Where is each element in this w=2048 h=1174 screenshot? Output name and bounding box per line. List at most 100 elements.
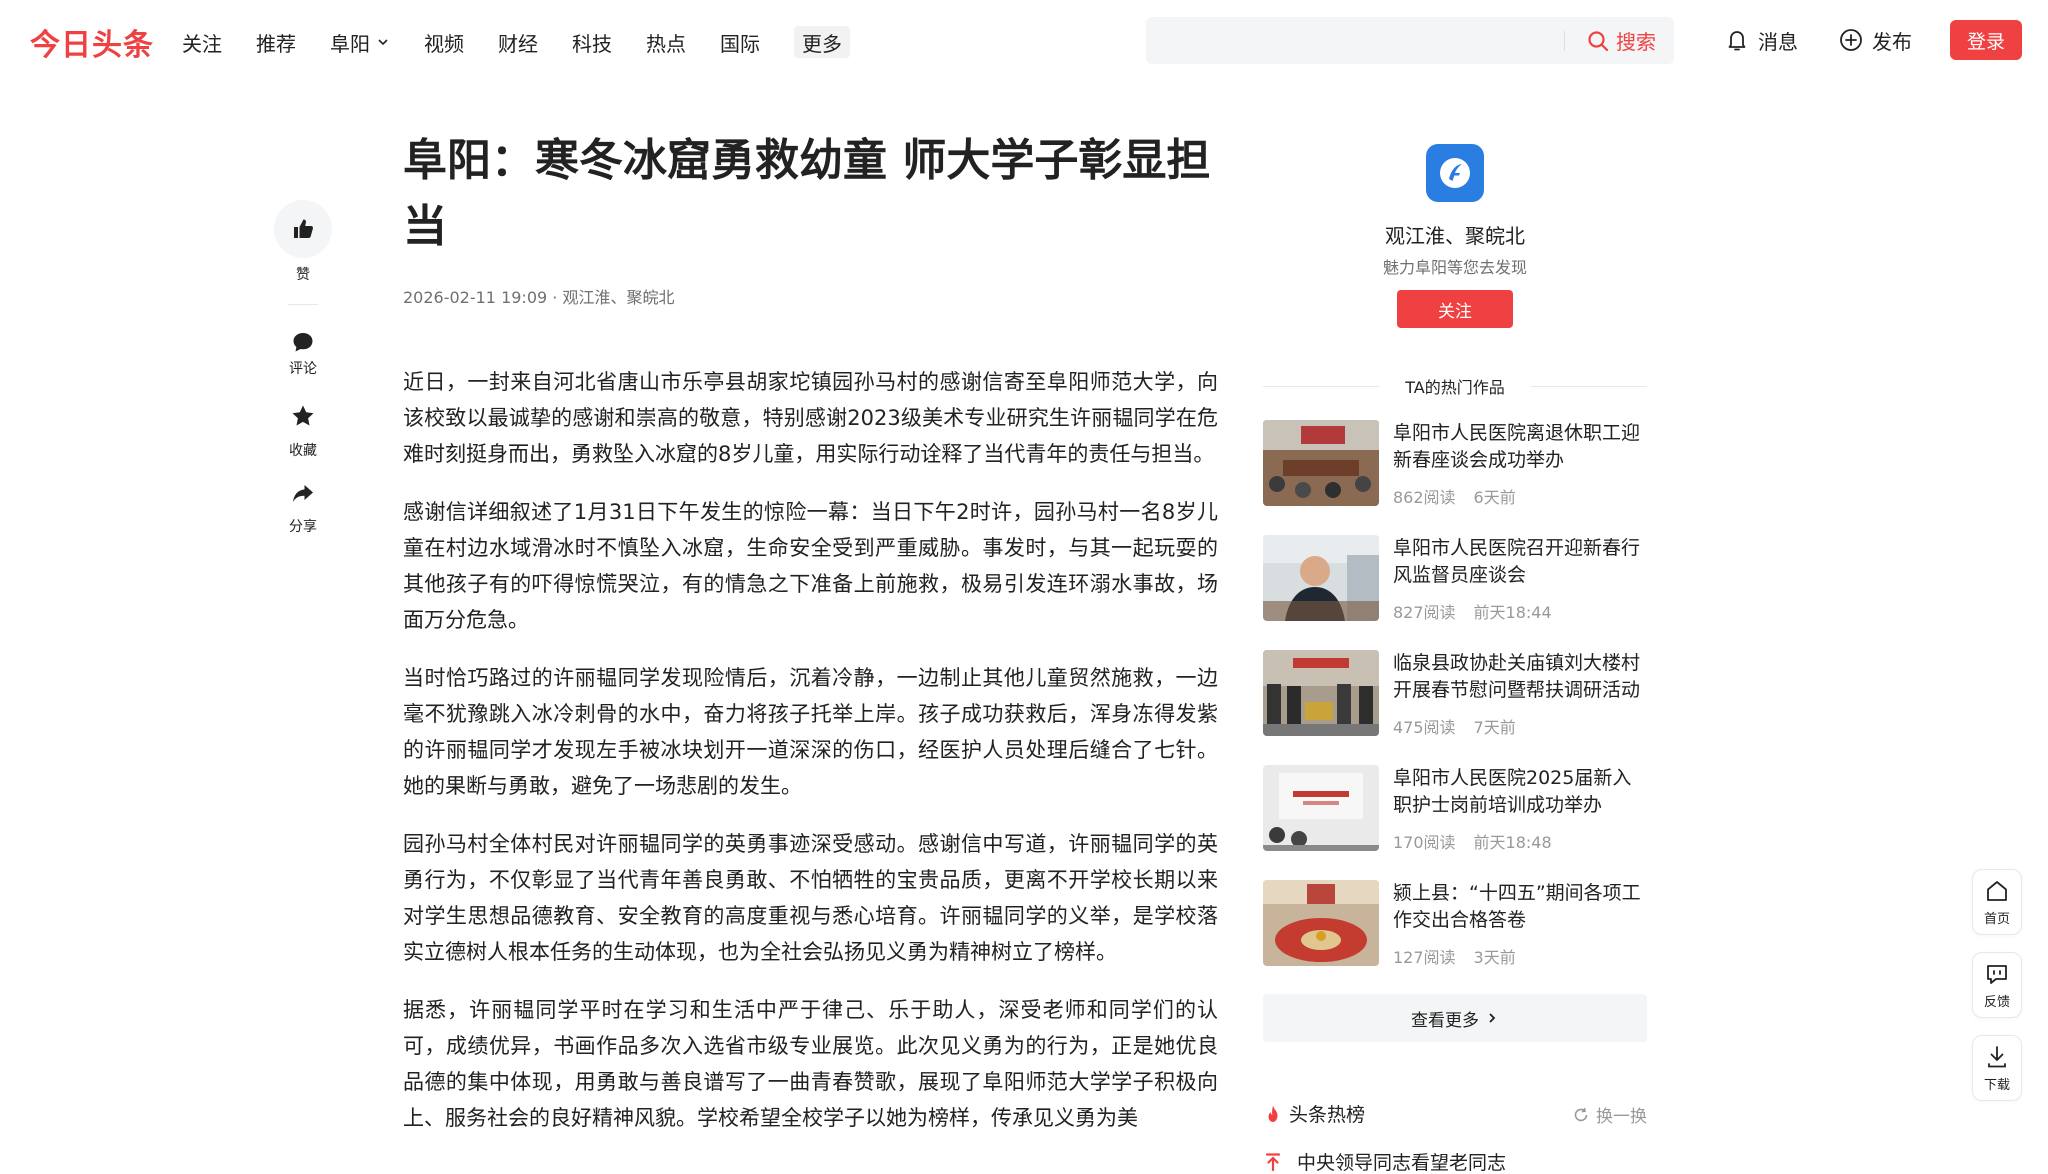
nav-international[interactable]: 国际 [720,26,760,58]
article: 阜阳：寒冬冰窟勇救幼童 师大学子彰显担当 2026-02-11 19:09 · … [403,128,1218,1158]
article-paragraph: 据悉，许丽韫同学平时在学习和生活中严于律己、乐于助人，深受老师和同学们的认可，成… [403,998,1218,1130]
hot-list-header: 头条热榜 换一换 [1263,1100,1647,1128]
work-time: 6天前 [1473,488,1516,507]
login-button[interactable]: 登录 [1950,20,2022,60]
work-item[interactable]: 阜阳市人民医院离退休职工迎新春座谈会成功举办 862阅读 6天前 [1263,420,1647,510]
work-reads: 170阅读 [1393,833,1456,852]
work-item[interactable]: 临泉县政协赴关庙镇刘大楼村开展春节慰问暨帮扶调研活动 475阅读 7天前 [1263,650,1647,740]
hot-list-title: 头条热榜 [1263,1100,1365,1127]
work-item[interactable]: 颍上县：“十四五”期间各项工作交出合格答卷 127阅读 3天前 [1263,880,1647,970]
article-source[interactable]: 观江淮、聚皖北 [562,288,674,307]
comment-label: 评论 [289,361,317,377]
site-logo[interactable]: 今日头条 [30,20,154,64]
work-title: 临泉县政协赴关庙镇刘大楼村开展春节慰问暨帮扶调研活动 [1393,652,1641,701]
rail-divider [288,304,318,305]
follow-button[interactable]: 关注 [1397,290,1513,328]
search-button[interactable]: 搜索 [1586,17,1656,64]
work-thumbnail [1263,420,1379,506]
refresh-label: 换一换 [1596,1107,1647,1127]
feedback-tool-label: 反馈 [1983,994,2010,1010]
refresh-button[interactable]: 换一换 [1572,1102,1647,1127]
work-stats: 170阅读 前天18:48 [1393,829,1552,853]
view-more-button[interactable]: 查看更多 [1263,994,1647,1042]
publish-button[interactable]: 发布 [1838,24,1912,56]
plus-circle-icon [1840,29,1862,51]
nav-follow[interactable]: 关注 [182,26,222,58]
collect-label: 收藏 [289,443,317,459]
work-reads: 127阅读 [1393,948,1456,967]
top-arrow-icon [1265,1152,1281,1171]
work-item[interactable]: 阜阳市人民医院2025届新入职护士岗前培训成功举办 170阅读 前天18:48 [1263,765,1647,855]
nav-more[interactable]: 更多 [794,26,850,58]
comment-button[interactable] [270,326,336,358]
author-logo-icon [1440,158,1470,188]
download-icon [1988,1045,2006,1067]
top-bar: 今日头条 关注 推荐 阜阳 视频 财经 科技 热点 国际 更多 搜索 消息 发布… [0,0,2048,82]
article-paragraph: 当时恰巧路过的许丽韫同学发现险情后，沉着冷静，一边制止其他儿童贸然施救，一边毫不… [403,666,1218,798]
work-time: 7天前 [1473,718,1516,737]
nav-hot[interactable]: 热点 [646,26,686,58]
nav-tech[interactable]: 科技 [572,26,612,58]
like-button[interactable] [274,200,332,258]
chevron-right-icon [1489,1013,1496,1023]
share-button[interactable] [270,478,336,510]
hot-list-item-text: 中央领导同志看望老同志 [1297,1152,1507,1174]
messages-button[interactable]: 消息 [1724,24,1798,56]
work-stats: 127阅读 3天前 [1393,944,1516,968]
work-reads: 475阅读 [1393,718,1456,737]
refresh-icon [1574,1107,1588,1121]
hot-list-title-text: 头条热榜 [1289,1104,1366,1126]
home-icon [1987,880,2007,901]
share-icon [293,485,313,502]
article-date: 2026-02-11 19:09 [403,288,548,307]
author-description: 魅力阜阳等您去发现 [1382,258,1527,277]
work-thumbnail [1263,880,1379,966]
article-title: 阜阳：寒冬冰窟勇救幼童 师大学子彰显担当 [403,135,1211,252]
search-divider [1564,31,1565,51]
article-body: 近日，一封来自河北省唐山市乐亭县胡家坨镇园孙马村的感谢信寄至阜阳师范大学，向该校… [403,364,1218,1136]
work-time: 前天18:44 [1473,603,1552,622]
work-thumbnail [1263,765,1379,851]
search-box: 搜索 [1146,17,1674,64]
search-button-label: 搜索 [1616,30,1656,54]
nav-video[interactable]: 视频 [424,26,464,58]
nav-finance[interactable]: 财经 [498,26,538,58]
work-time: 3天前 [1473,948,1516,967]
nav-recommend[interactable]: 推荐 [256,26,296,58]
home-tool-button[interactable]: 首页 [1972,869,2022,935]
author-avatar[interactable] [1426,144,1484,202]
author-name[interactable]: 观江淮、聚皖北 [1263,220,1647,249]
main-nav: 关注 推荐 阜阳 视频 财经 科技 热点 国际 更多 [182,26,850,58]
comment-icon [293,333,313,352]
article-paragraph: 园孙马村全体村民对许丽韫同学的英勇事迹深受感动。感谢信中写道，许丽韫同学的英勇行… [403,832,1218,964]
search-icon [1588,30,1609,51]
feedback-icon [1987,964,2007,984]
chevron-down-icon [378,39,388,46]
bell-icon [1728,31,1746,51]
publish-label: 发布 [1872,29,1912,54]
work-stats: 475阅读 7天前 [1393,714,1516,738]
article-meta: 2026-02-11 19:09 · 观江淮、聚皖北 [403,284,1218,308]
download-tool-button[interactable]: 下载 [1972,1035,2022,1101]
thumbs-up-icon [294,219,313,238]
work-stats: 862阅读 6天前 [1393,484,1516,508]
collect-button[interactable] [270,400,336,432]
search-input[interactable] [1146,17,1564,64]
star-icon [292,405,314,426]
download-tool-label: 下载 [1983,1077,2010,1093]
work-thumbnail [1263,650,1379,736]
view-more-label: 查看更多 [1411,1010,1479,1031]
feedback-tool-button[interactable]: 反馈 [1972,952,2022,1018]
work-reads: 827阅读 [1393,603,1456,622]
hot-list-item[interactable]: 中央领导同志看望老同志 [1263,1148,1647,1174]
like-label: 赞 [296,267,310,283]
meta-separator: · [547,288,563,307]
work-title: 阜阳市人民医院2025届新入职护士岗前培训成功举办 [1393,767,1632,816]
heading-rule-right [1531,386,1647,387]
article-paragraph: 近日，一封来自河北省唐山市乐亭县胡家坨镇园孙马村的感谢信寄至阜阳师范大学，向该校… [403,370,1218,466]
nav-fuyang-label: 阜阳 [330,31,370,56]
work-time: 前天18:48 [1473,833,1552,852]
work-item[interactable]: 阜阳市人民医院召开迎新春行风监督员座谈会 827阅读 前天18:44 [1263,535,1647,625]
nav-fuyang[interactable]: 阜阳 [330,26,390,58]
share-label: 分享 [289,519,317,535]
